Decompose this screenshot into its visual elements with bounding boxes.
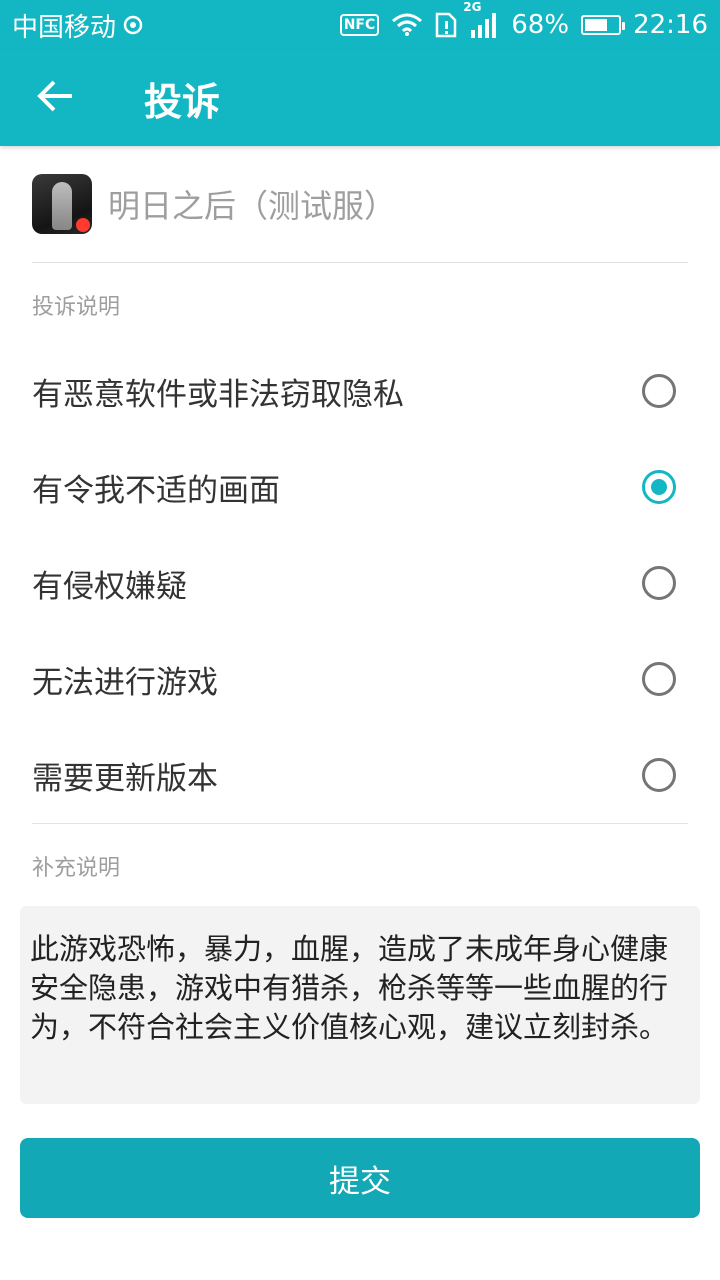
complaint-option-infringement[interactable]: 有侵权嫌疑	[32, 535, 688, 631]
main-content: 明日之后（测试服） 投诉说明 有恶意软件或非法窃取隐私 有令我不适的画面 有侵权…	[0, 146, 720, 1218]
back-button[interactable]	[28, 70, 84, 126]
sim-alert-icon	[435, 12, 457, 38]
nfc-icon: NFC	[339, 14, 380, 36]
complaint-option-update-needed[interactable]: 需要更新版本	[32, 727, 688, 823]
radio-button[interactable]	[642, 566, 676, 600]
status-right: NFC 2G 68% 22:16	[339, 0, 708, 40]
network-type: 2G	[463, 0, 482, 14]
complaint-option-cannot-play[interactable]: 无法进行游戏	[32, 631, 688, 727]
game-icon-figure	[52, 182, 72, 230]
radio-button[interactable]	[642, 758, 676, 792]
complaint-options: 有恶意软件或非法窃取隐私 有令我不适的画面 有侵权嫌疑 无法进行游戏 需要更新版…	[0, 343, 720, 823]
status-left: 中国移动	[12, 7, 144, 44]
game-name: 明日之后（测试服）	[108, 187, 397, 225]
game-icon	[32, 174, 92, 234]
supplement-textarea[interactable]: 此游戏恐怖，暴力，血腥，造成了未成年身心健康安全隐患，游戏中有猎杀，枪杀等等一些…	[20, 906, 700, 1104]
option-label: 有令我不适的画面	[32, 472, 280, 509]
wifi-icon	[391, 13, 423, 37]
carrier-name: 中国移动	[12, 12, 117, 43]
complaint-option-disturbing[interactable]: 有令我不适的画面	[32, 439, 688, 535]
game-icon-badge	[76, 218, 90, 232]
clock: 22:16	[633, 10, 708, 40]
radio-button[interactable]	[642, 374, 676, 408]
cellular-signal-icon: 2G	[463, 0, 499, 38]
battery-fill	[585, 19, 607, 31]
radio-button[interactable]	[642, 662, 676, 696]
arrow-left-icon	[36, 78, 76, 118]
page-title: 投诉	[144, 79, 221, 124]
status-bar: 中国移动 NFC 2G 68% 22:16	[0, 0, 720, 50]
submit-button[interactable]: 提交	[20, 1138, 700, 1218]
radio-button[interactable]	[642, 470, 676, 504]
complaint-option-malware[interactable]: 有恶意软件或非法窃取隐私	[32, 343, 688, 439]
battery-percent: 68%	[511, 10, 570, 40]
complaint-section-label: 投诉说明	[32, 295, 121, 320]
app-bar: 投诉	[0, 50, 720, 146]
carrier-signal-icon	[122, 14, 144, 36]
option-label: 需要更新版本	[32, 760, 218, 797]
option-label: 无法进行游戏	[32, 664, 218, 701]
supplement-section-label: 补充说明	[32, 856, 121, 881]
divider	[32, 823, 688, 824]
game-info-row: 明日之后（测试服）	[32, 146, 688, 263]
battery-icon	[581, 15, 626, 35]
option-label: 有侵权嫌疑	[32, 568, 187, 605]
option-label: 有恶意软件或非法窃取隐私	[32, 376, 404, 413]
